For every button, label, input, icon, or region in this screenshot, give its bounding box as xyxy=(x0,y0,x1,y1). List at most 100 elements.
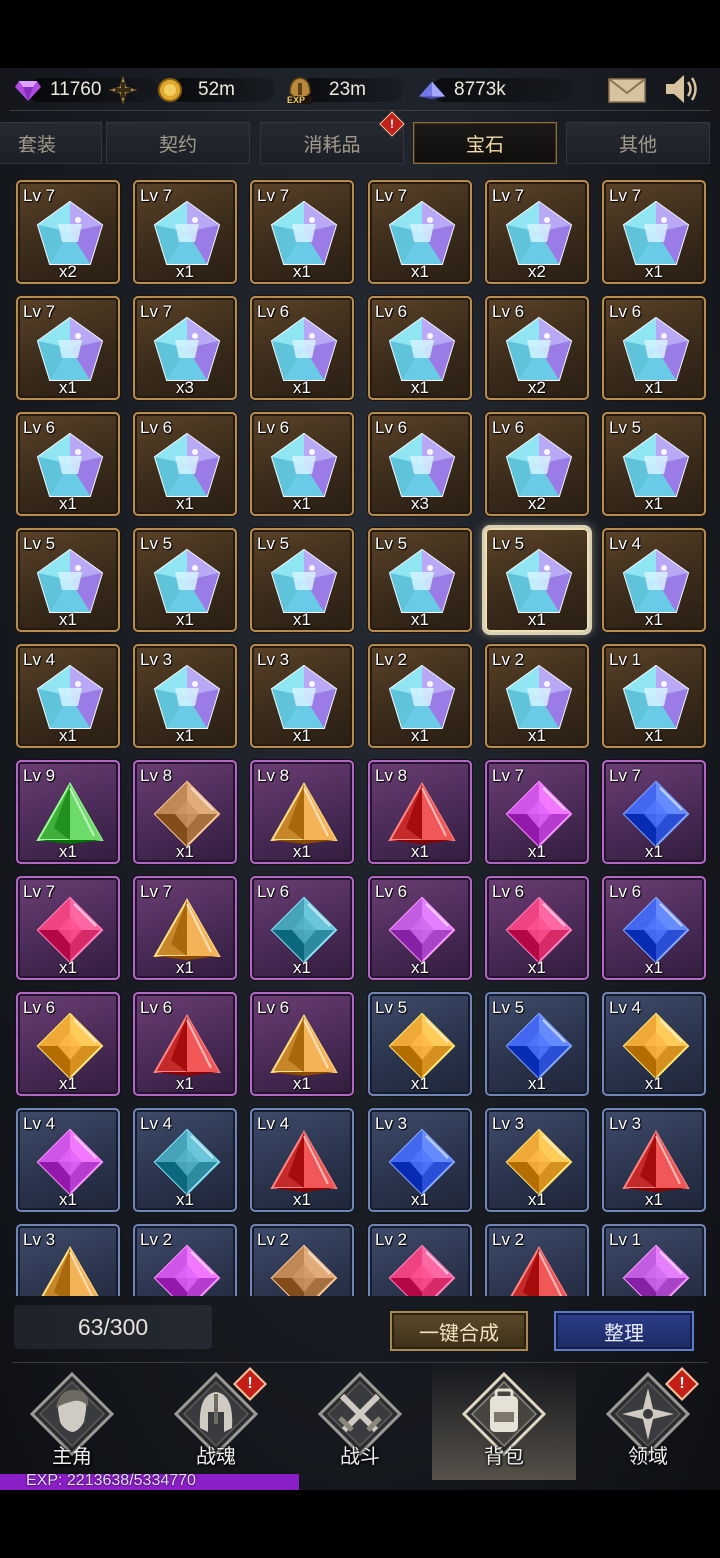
pentagon-gem-icon xyxy=(153,548,221,613)
nav-war-soul[interactable]: ! 战魂 xyxy=(144,1364,288,1480)
gem-slot[interactable]: Lv 3 x1 xyxy=(602,1108,706,1212)
gem-slot[interactable]: Lv 6 x2 xyxy=(485,412,589,516)
nav-battle[interactable]: 战斗 xyxy=(288,1364,432,1480)
sort-button[interactable]: 整理 xyxy=(554,1311,694,1351)
gem-slot[interactable]: Lv 1 xyxy=(602,1224,706,1296)
gem-slot[interactable]: Lv 7 x2 xyxy=(485,180,589,284)
gem-count: x1 xyxy=(293,958,311,977)
one-click-merge-button[interactable]: 一键合成 xyxy=(390,1311,528,1351)
gem-slot[interactable]: Lv 5 x1 xyxy=(368,528,472,632)
gem-slot[interactable]: Lv 6 x1 xyxy=(16,412,120,516)
gem-slot[interactable]: Lv 7 x3 xyxy=(133,296,237,400)
gem-slot[interactable]: Lv 3 x1 xyxy=(133,644,237,748)
gem-slot[interactable]: Lv 7 x1 xyxy=(133,180,237,284)
gem-level: Lv 8 xyxy=(140,766,173,785)
gem-slot[interactable]: Lv 2 xyxy=(485,1224,589,1296)
gem-slot[interactable]: Lv 6 x1 xyxy=(250,412,354,516)
gem-slot[interactable]: Lv 6 x1 xyxy=(250,876,354,980)
tab-consumables[interactable]: 消耗品 ! xyxy=(260,111,405,164)
gem-slot[interactable]: Lv 2 xyxy=(250,1224,354,1296)
gem-slot[interactable]: Lv 6 x1 xyxy=(602,876,706,980)
pentagon-gem-icon xyxy=(36,664,104,729)
gem-slot[interactable]: Lv 6 x1 xyxy=(133,412,237,516)
gem-count: x3 xyxy=(411,494,429,513)
pentagon-gem-icon xyxy=(153,200,221,265)
tab-gems[interactable]: 宝石 xyxy=(413,122,557,164)
gem-slot[interactable]: Lv 3 x1 xyxy=(485,1108,589,1212)
gem-inventory-grid: Lv 7 x2 Lv 7 x1 Lv 7 x1 Lv 7 x1 Lv 7 x2 Lv 7 x1 Lv 7… xyxy=(0,176,720,1296)
rhombus-gem-icon xyxy=(153,1128,221,1196)
pentagon-gem-icon xyxy=(622,200,690,265)
speaker-icon[interactable] xyxy=(664,72,700,106)
gem-slot[interactable]: Lv 5 x1 xyxy=(250,528,354,632)
gem-slot[interactable]: Lv 8 x1 xyxy=(368,760,472,864)
gem-slot[interactable]: Lv 4 x1 xyxy=(16,644,120,748)
gem-slot[interactable]: Lv 3 x1 xyxy=(250,644,354,748)
gem-slot[interactable]: Lv 5 x1 xyxy=(368,992,472,1096)
gem-slot[interactable]: Lv 6 x1 xyxy=(368,876,472,980)
gem-slot[interactable]: Lv 8 x1 xyxy=(133,760,237,864)
gem-slot[interactable]: Lv 6 x3 xyxy=(368,412,472,516)
gem-slot[interactable]: Lv 9 x1 xyxy=(16,760,120,864)
gem-slot[interactable]: Lv 2 x1 xyxy=(368,644,472,748)
gem-slot[interactable]: Lv 7 x2 xyxy=(16,180,120,284)
gem-slot[interactable]: Lv 6 x1 xyxy=(250,992,354,1096)
gem-slot[interactable]: Lv 7 x1 xyxy=(368,180,472,284)
nav-domain[interactable]: ! 领域 xyxy=(576,1364,720,1480)
exp-value: 23m xyxy=(329,79,366,100)
gem-slot[interactable]: Lv 1 x1 xyxy=(602,644,706,748)
gem-level: Lv 3 xyxy=(23,1230,56,1249)
add-plus-icon[interactable] xyxy=(109,76,138,104)
nav-backpack[interactable]: 背包 xyxy=(432,1364,576,1480)
tab-contract[interactable]: 契约 xyxy=(106,122,250,164)
gem-slot[interactable]: Lv 8 x1 xyxy=(250,760,354,864)
gem-slot[interactable]: Lv 3 x1 xyxy=(368,1108,472,1212)
gem-slot[interactable]: Lv 7 x1 xyxy=(250,180,354,284)
gem-slot[interactable]: Lv 4 x1 xyxy=(16,1108,120,1212)
gem-slot[interactable]: Lv 4 x1 xyxy=(250,1108,354,1212)
gem-level: Lv 6 xyxy=(23,418,56,437)
gem-slot[interactable]: Lv 2 xyxy=(368,1224,472,1296)
gem-level: Lv 2 xyxy=(492,650,525,669)
gem-slot[interactable]: Lv 5 x1 xyxy=(16,528,120,632)
gem-count: x1 xyxy=(645,378,663,397)
gem-slot[interactable]: Lv 7 x1 xyxy=(602,180,706,284)
gem-slot[interactable]: Lv 6 x1 xyxy=(250,296,354,400)
gem-count: x1 xyxy=(528,1190,546,1209)
gem-count: x1 xyxy=(645,1074,663,1093)
gem-slot[interactable]: Lv 6 x1 xyxy=(133,992,237,1096)
tab-set[interactable]: 套装 xyxy=(0,122,102,164)
gem-slot[interactable]: Lv 5 x1 xyxy=(602,412,706,516)
gem-slot[interactable]: Lv 6 x1 xyxy=(368,296,472,400)
gem-level: Lv 7 xyxy=(140,186,173,205)
mail-icon[interactable] xyxy=(608,76,646,104)
gem-slot[interactable]: Lv 7 x1 xyxy=(16,296,120,400)
tab-other[interactable]: 其他 xyxy=(566,122,710,164)
gem-slot[interactable]: Lv 6 x1 xyxy=(485,876,589,980)
nav-hero[interactable]: 主角 xyxy=(0,1364,144,1480)
gem-slot[interactable]: Lv 6 x2 xyxy=(485,296,589,400)
gem-slot[interactable]: Lv 5 x1 xyxy=(133,528,237,632)
gem-slot[interactable]: Lv 4 x1 xyxy=(602,992,706,1096)
pentagon-gem-icon xyxy=(270,664,338,729)
gem-count: x1 xyxy=(176,494,194,513)
rhombus-gem-icon xyxy=(270,1244,338,1296)
gem-slot[interactable]: Lv 2 x1 xyxy=(485,644,589,748)
gem-slot[interactable]: Lv 4 x1 xyxy=(133,1108,237,1212)
gem-level: Lv 6 xyxy=(492,418,525,437)
gem-level: Lv 3 xyxy=(609,1114,642,1133)
gem-slot[interactable]: Lv 5 x1 xyxy=(485,528,589,632)
gem-slot[interactable]: Lv 6 x1 xyxy=(602,296,706,400)
gem-level: Lv 3 xyxy=(492,1114,525,1133)
gem-slot[interactable]: Lv 7 x1 xyxy=(133,876,237,980)
gem-level: Lv 7 xyxy=(140,882,173,901)
gem-slot[interactable]: Lv 5 x1 xyxy=(485,992,589,1096)
gem-level: Lv 4 xyxy=(257,1114,290,1133)
gem-slot[interactable]: Lv 7 x1 xyxy=(602,760,706,864)
gem-slot[interactable]: Lv 6 x1 xyxy=(16,992,120,1096)
gem-slot[interactable]: Lv 7 x1 xyxy=(485,760,589,864)
gem-slot[interactable]: Lv 3 xyxy=(16,1224,120,1296)
gem-slot[interactable]: Lv 2 xyxy=(133,1224,237,1296)
gem-slot[interactable]: Lv 7 x1 xyxy=(16,876,120,980)
gem-slot[interactable]: Lv 4 x1 xyxy=(602,528,706,632)
